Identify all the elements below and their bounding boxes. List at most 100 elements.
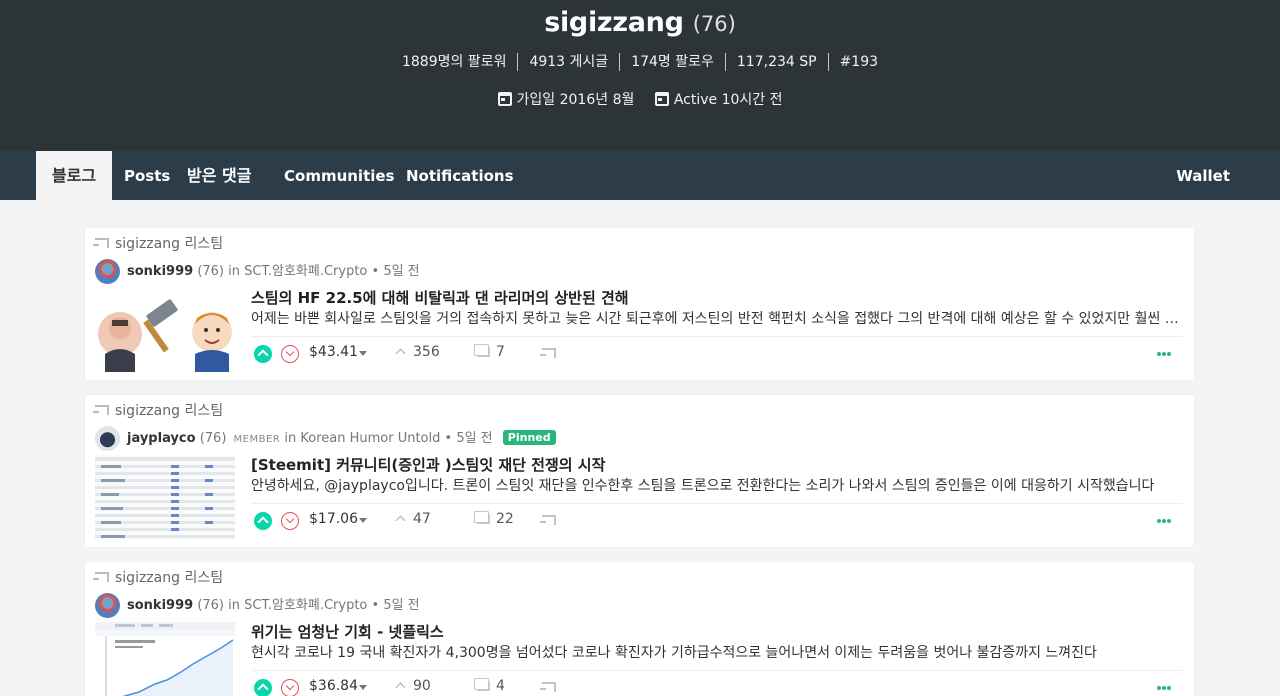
- reblog-icon[interactable]: [540, 348, 556, 358]
- comments-icon[interactable]: [474, 511, 490, 524]
- chevron-up-icon: [395, 515, 406, 526]
- active-label: Active 10시간 전: [673, 92, 783, 108]
- tab-wallet[interactable]: Wallet: [1176, 151, 1230, 200]
- vote-count[interactable]: 47: [413, 511, 431, 527]
- post-title[interactable]: [Steemit] 커뮤니티(증인과 )스팀잇 재단 전쟁의 시작: [251, 454, 605, 475]
- divider: [251, 503, 1183, 504]
- following-count[interactable]: 174명 팔로우: [619, 53, 725, 71]
- tab-notifications[interactable]: Notifications: [406, 151, 514, 200]
- calendar-icon: [497, 92, 512, 106]
- community-link[interactable]: in Korean Humor Untold: [284, 431, 440, 446]
- chevron-up-icon: [395, 348, 406, 359]
- tab-communities[interactable]: Communities: [284, 151, 395, 200]
- vote-count[interactable]: 356: [413, 344, 440, 360]
- post-footer: $36.84 90 4: [251, 675, 1183, 696]
- reblog-line: sigizzang 리스팀: [93, 233, 224, 253]
- avatar[interactable]: [95, 426, 120, 451]
- post-time: • 5일 전: [371, 264, 420, 279]
- profile-meta: 가입일 2016년 8월 Active 10시간 전: [0, 89, 1280, 109]
- reblog-line: sigizzang 리스팀: [93, 400, 224, 420]
- payout-value[interactable]: $36.84: [309, 678, 358, 694]
- followers-count[interactable]: 1889명의 팔로워: [391, 53, 517, 71]
- divider: [251, 670, 1183, 671]
- comment-count[interactable]: 7: [496, 344, 505, 360]
- downvote-icon[interactable]: [281, 345, 299, 363]
- posts-count: 4913 게시글: [517, 53, 619, 71]
- author-reputation: (76): [197, 598, 224, 613]
- post-footer: $17.06 47 22: [251, 508, 1183, 534]
- caret-down-icon[interactable]: [359, 351, 367, 356]
- post-title[interactable]: 스팀의 HF 22.5에 대해 비탈릭과 댄 라리머의 상반된 견해: [251, 287, 629, 308]
- profile-name: sigizzang: [544, 7, 684, 38]
- avatar[interactable]: [95, 259, 120, 284]
- member-tag: MEMBER: [233, 434, 281, 445]
- upvote-icon[interactable]: [254, 679, 272, 696]
- reblog-label: sigizzang 리스팀: [115, 403, 224, 419]
- author-reputation: (76): [199, 431, 227, 446]
- caret-down-icon[interactable]: [359, 518, 367, 523]
- reblog-label: sigizzang 리스팀: [115, 570, 224, 586]
- pinned-badge: Pinned: [502, 430, 556, 445]
- comment-count[interactable]: 22: [496, 511, 514, 527]
- comments-icon[interactable]: [474, 678, 490, 691]
- post-summary[interactable]: 안녕하세요, @jayplayco입니다. 트론이 스팀잇 재단을 인수한후 스…: [251, 475, 1183, 495]
- joined-label: 가입일 2016년 8월: [516, 92, 635, 108]
- payout-value[interactable]: $43.41: [309, 344, 358, 360]
- calendar-icon: [654, 92, 669, 106]
- reblog-line: sigizzang 리스팀: [93, 567, 224, 587]
- vote-count[interactable]: 90: [413, 678, 431, 694]
- tab-replies[interactable]: 받은 댓글: [187, 151, 251, 200]
- post-thumbnail[interactable]: [95, 455, 235, 539]
- author-line: sonki999 (76) in SCT.암호화폐.Crypto • 5일 전: [95, 259, 420, 285]
- divider: [251, 336, 1183, 337]
- upvote-icon[interactable]: [254, 345, 272, 363]
- post-card: sigizzang 리스팀 sonki999 (76) in SCT.암호화폐.…: [85, 228, 1194, 380]
- profile-title: sigizzang (76): [0, 7, 1280, 38]
- reblog-icon: [93, 572, 109, 582]
- tab-posts[interactable]: Posts: [124, 151, 170, 200]
- caret-down-icon[interactable]: [359, 685, 367, 690]
- author-reputation: (76): [197, 264, 224, 279]
- avatar[interactable]: [95, 593, 120, 618]
- active-status: Active 10시간 전: [654, 89, 783, 109]
- downvote-icon[interactable]: [281, 512, 299, 530]
- reblog-label: sigizzang 리스팀: [115, 236, 224, 252]
- tab-blog[interactable]: 블로그: [36, 151, 112, 200]
- post-title[interactable]: 위기는 엄청난 기회 - 넷플릭스: [251, 621, 444, 642]
- more-options-icon[interactable]: [1157, 686, 1177, 691]
- post-summary[interactable]: 현시각 코로나 19 국내 확진자가 4,300명을 넘어섰다 코로나 확진자가…: [251, 642, 1183, 662]
- post-thumbnail[interactable]: [95, 288, 235, 372]
- downvote-icon[interactable]: [281, 679, 299, 696]
- community-link[interactable]: in SCT.암호화폐.Crypto: [228, 598, 367, 613]
- reblog-icon[interactable]: [540, 682, 556, 692]
- profile-stats: 1889명의 팔로워 4913 게시글 174명 팔로우 117,234 SP #193: [0, 53, 1280, 71]
- post-card: sigizzang 리스팀 sonki999 (76) in SCT.암호화폐.…: [85, 562, 1194, 696]
- post-time: • 5일 전: [444, 431, 493, 446]
- author-line: jayplayco (76) MEMBER in Korean Humor Un…: [95, 426, 556, 452]
- reblog-icon[interactable]: [540, 515, 556, 525]
- profile-nav: 블로그 Posts 받은 댓글 Communities Notification…: [0, 151, 1280, 200]
- upvote-icon[interactable]: [254, 512, 272, 530]
- comments-icon[interactable]: [474, 344, 490, 357]
- more-options-icon[interactable]: [1157, 352, 1177, 357]
- author-name[interactable]: sonki999: [127, 598, 193, 613]
- post-summary[interactable]: 어제는 바쁜 회사일로 스팀잇을 거의 접속하지 못하고 늦은 시간 퇴근후에 …: [251, 308, 1183, 328]
- chevron-up-icon: [395, 682, 406, 693]
- more-options-icon[interactable]: [1157, 519, 1177, 524]
- profile-reputation: (76): [692, 12, 736, 36]
- post-footer: $43.41 356 7: [251, 341, 1183, 367]
- author-name[interactable]: jayplayco: [127, 431, 196, 446]
- post-card: sigizzang 리스팀 jayplayco (76) MEMBER in K…: [85, 395, 1194, 547]
- author-name[interactable]: sonki999: [127, 264, 193, 279]
- post-time: • 5일 전: [371, 598, 420, 613]
- steem-power: 117,234 SP: [724, 53, 828, 71]
- author-line: sonki999 (76) in SCT.암호화폐.Crypto • 5일 전: [95, 593, 420, 619]
- reblog-icon: [93, 405, 109, 415]
- comment-count[interactable]: 4: [496, 678, 505, 694]
- payout-value[interactable]: $17.06: [309, 511, 358, 527]
- joined-date: 가입일 2016년 8월: [497, 89, 635, 109]
- profile-header: sigizzang (76) 1889명의 팔로워 4913 게시글 174명 팔로…: [0, 0, 1280, 151]
- post-thumbnail[interactable]: [95, 622, 235, 696]
- reblog-icon: [93, 238, 109, 248]
- community-link[interactable]: in SCT.암호화폐.Crypto: [228, 264, 367, 279]
